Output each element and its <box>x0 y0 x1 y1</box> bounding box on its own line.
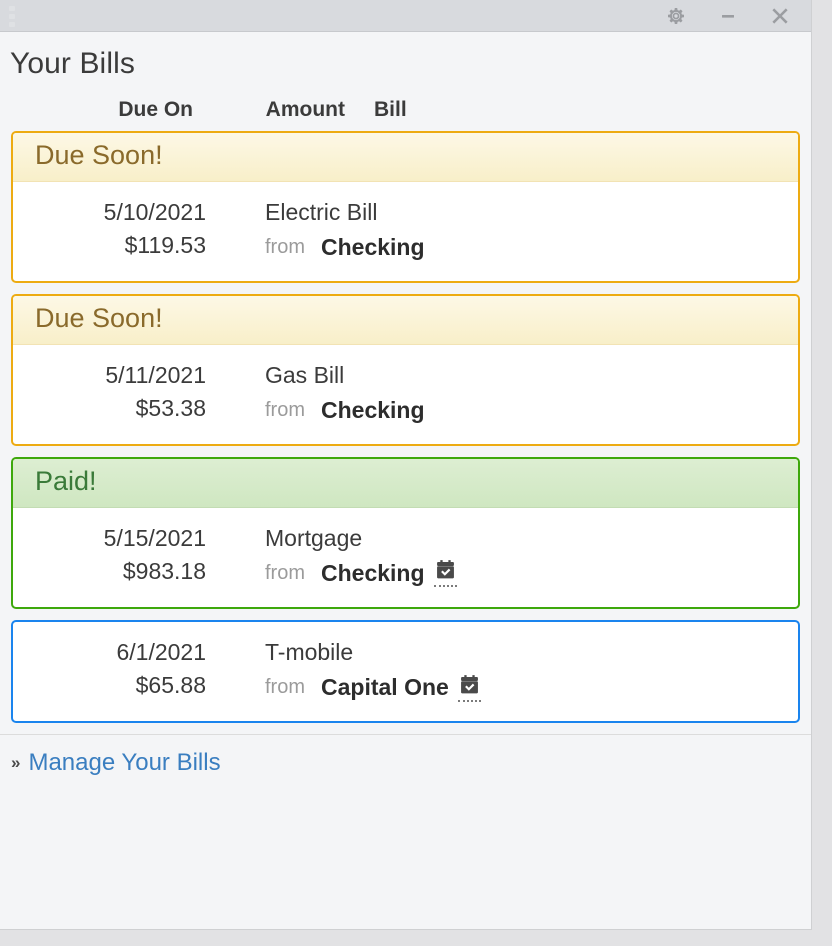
bills-widget-window: Your Bills Due On Amount Bill Due Soon! … <box>0 0 812 930</box>
minimize-button[interactable] <box>717 5 739 27</box>
bill-due-date: 6/1/2021 <box>116 638 206 665</box>
bill-name: Mortgage <box>265 524 363 551</box>
status-badge: Paid! <box>13 458 798 508</box>
bill-due-date: 5/10/2021 <box>103 198 206 225</box>
bill-account: from Checking <box>206 232 425 263</box>
chevron-right-icon: » <box>11 753 21 773</box>
column-headers: Due On Amount Bill <box>0 82 811 131</box>
from-label: from <box>265 676 305 699</box>
from-label: from <box>265 236 305 259</box>
minimize-icon <box>718 6 738 26</box>
widget-content: Your Bills Due On Amount Bill Due Soon! … <box>0 32 811 777</box>
bill-card-rows: 5/11/2021 Gas Bill $53.38 from Checking <box>13 345 798 444</box>
bill-card-rows: 6/1/2021 T-mobile $65.88 from Capital On… <box>13 622 798 721</box>
manage-your-bills-link[interactable]: Manage Your Bills <box>28 749 220 777</box>
bill-amount: $983.18 <box>122 558 206 585</box>
drag-dot <box>8 13 15 19</box>
column-header-due-on: Due On <box>118 98 193 121</box>
settings-button[interactable] <box>665 5 687 27</box>
bill-card-list: Due Soon! 5/10/2021 Electric Bill $119.5… <box>0 131 811 723</box>
drag-dot <box>8 21 15 27</box>
calendar-check-icon[interactable] <box>457 674 481 702</box>
status-badge: Due Soon! <box>13 295 798 345</box>
account-name: Capital One <box>321 674 449 701</box>
drag-dot <box>8 5 15 11</box>
widget-footer: » Manage Your Bills <box>0 733 811 777</box>
bill-card[interactable]: Due Soon! 5/10/2021 Electric Bill $119.5… <box>11 131 800 283</box>
titlebar-buttons <box>665 0 805 32</box>
calendar-check-icon[interactable] <box>433 559 457 588</box>
bill-name: Gas Bill <box>265 361 345 388</box>
bill-due-date: 5/11/2021 <box>105 361 206 388</box>
bill-card[interactable]: Due Soon! 5/11/2021 Gas Bill $53.38 from… <box>11 293 800 446</box>
bill-account: from Capital One <box>206 672 481 703</box>
window-titlebar <box>0 0 811 32</box>
bill-row-amount: $119.53 from Checking <box>13 229 798 265</box>
account-name: Checking <box>321 234 425 261</box>
bill-account: from Checking <box>206 395 425 426</box>
bill-row-amount: $983.18 from Checking <box>13 555 798 591</box>
drag-handle-icon[interactable] <box>8 4 15 28</box>
bill-row-amount: $53.38 from Checking <box>13 392 798 428</box>
bill-row-date: 5/11/2021 Gas Bill <box>13 359 798 393</box>
bill-card[interactable]: Paid! 5/15/2021 Mortgage $983.18 from Ch… <box>11 456 800 609</box>
bill-row-date: 6/1/2021 T-mobile <box>13 636 798 670</box>
bill-row-date: 5/15/2021 Mortgage <box>13 522 798 556</box>
close-icon <box>769 5 791 27</box>
from-label: from <box>265 562 305 585</box>
account-name: Checking <box>321 560 425 587</box>
from-label: from <box>265 399 305 422</box>
column-header-bill: Bill <box>374 98 407 121</box>
bill-amount: $119.53 <box>124 232 206 259</box>
bill-due-date: 5/15/2021 <box>103 524 206 551</box>
bill-card-rows: 5/15/2021 Mortgage $983.18 from Checking <box>13 508 798 607</box>
bill-name: Electric Bill <box>265 198 378 225</box>
account-name: Checking <box>321 397 425 424</box>
close-button[interactable] <box>769 5 791 27</box>
bill-amount: $65.88 <box>135 672 206 699</box>
page-title: Your Bills <box>10 47 135 80</box>
bill-account: from Checking <box>206 558 457 589</box>
bill-amount: $53.38 <box>135 395 206 422</box>
status-badge: Due Soon! <box>13 133 798 182</box>
bill-name: T-mobile <box>265 638 354 665</box>
gear-icon <box>666 6 686 26</box>
bill-row-date: 5/10/2021 Electric Bill <box>13 196 798 230</box>
bill-card-rows: 5/10/2021 Electric Bill $119.53 from Che… <box>13 182 798 281</box>
bill-card[interactable]: 6/1/2021 T-mobile $65.88 from Capital On… <box>11 619 800 723</box>
bill-row-amount: $65.88 from Capital One <box>13 669 798 705</box>
column-header-amount: Amount <box>265 98 345 121</box>
